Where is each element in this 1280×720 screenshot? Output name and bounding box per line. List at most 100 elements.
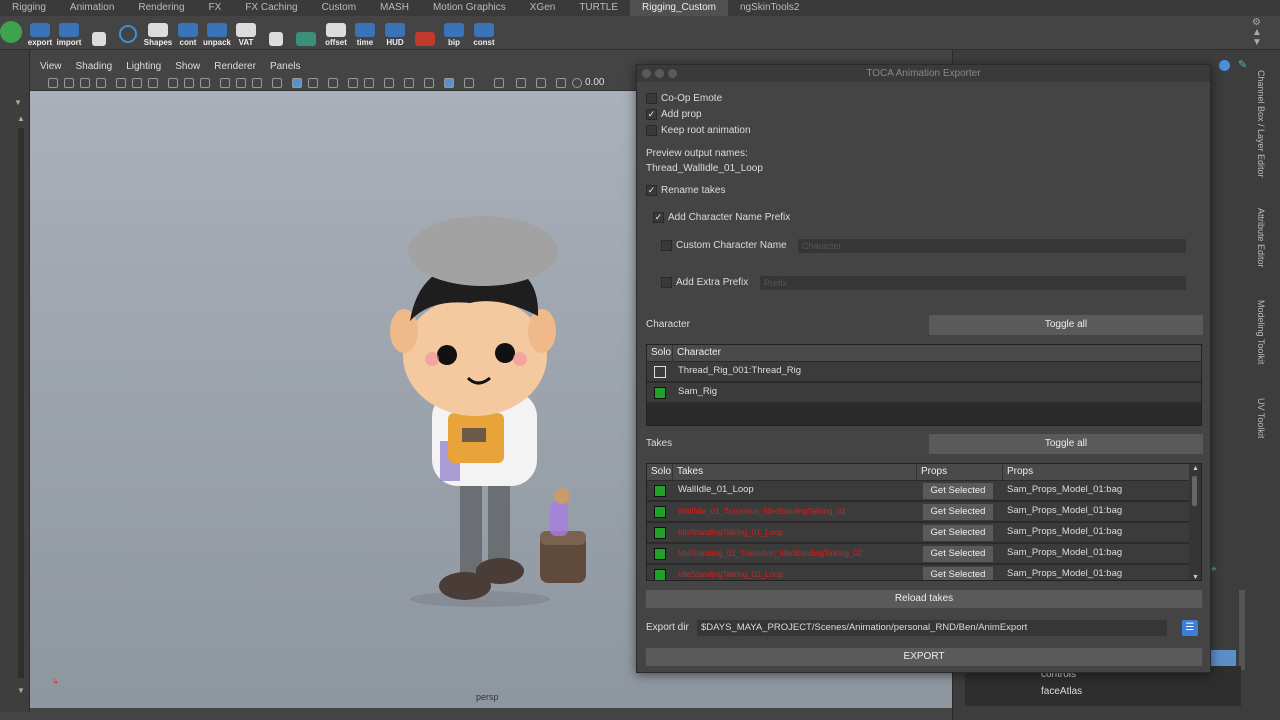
image-plane-icon[interactable] [96, 78, 106, 88]
export-dir-input[interactable]: $DAYS_MAYA_PROJECT/Scenes/Animation/pers… [697, 620, 1167, 636]
solo-toggle[interactable] [654, 366, 666, 378]
close-icon[interactable] [642, 69, 651, 78]
textured-icon[interactable] [200, 78, 210, 88]
shelf-tab-animation[interactable]: Animation [58, 0, 126, 16]
custom-character-name-checkbox[interactable] [661, 240, 672, 251]
depth-of-field-icon[interactable] [348, 78, 358, 88]
const-button[interactable]: const [470, 19, 498, 47]
co-op-emote-checkbox[interactable] [646, 93, 657, 104]
take-row[interactable]: IdleStandingTalking_02_Loop Get Selected… [647, 565, 1189, 580]
bip-button[interactable]: bip [440, 19, 468, 47]
shelf-tab-turtle[interactable]: TURTLE [567, 0, 630, 16]
playblast-icon[interactable] [556, 78, 566, 88]
minimize-icon[interactable] [655, 69, 664, 78]
wireframe-icon[interactable] [168, 78, 178, 88]
tab-channel-box[interactable]: Channel Box / Layer Editor [1256, 70, 1266, 178]
red-tool-button[interactable] [411, 19, 439, 47]
render-view-icon[interactable] [516, 78, 526, 88]
viewport-menu-show[interactable]: Show [175, 59, 200, 75]
shelf-tab-fx-caching[interactable]: FX Caching [233, 0, 309, 16]
takes-header-props[interactable]: Props [917, 464, 1003, 480]
viewport-menu-lighting[interactable]: Lighting [126, 59, 161, 75]
scroll-up-icon[interactable]: ▲ [1192, 465, 1199, 472]
shadows-icon[interactable] [236, 78, 246, 88]
outliner-scrollbar[interactable] [1239, 590, 1245, 670]
outliner-options-icon[interactable]: ⌖ [1211, 564, 1229, 575]
take-row[interactable]: WallIdle_01_Loop Get Selected Sam_Props_… [647, 481, 1189, 501]
character-toggle-all-button[interactable]: Toggle all [929, 315, 1203, 335]
custom-character-name-input[interactable]: Character [798, 239, 1186, 253]
hud-button[interactable]: HUD [381, 19, 409, 47]
get-selected-button[interactable]: Get Selected [923, 483, 993, 499]
takes-toggle-all-button[interactable]: Toggle all [929, 434, 1203, 454]
add-character-prefix-checkbox[interactable]: ✓ [653, 212, 664, 223]
multisample-icon[interactable] [328, 78, 338, 88]
hierarchy-button[interactable] [262, 19, 290, 47]
shelf-tab-rigging-custom[interactable]: Rigging_Custom [630, 0, 728, 16]
takes-header-props-2[interactable]: Props [1003, 464, 1191, 480]
extra-prefix-checkbox[interactable] [661, 277, 672, 288]
get-selected-button[interactable]: Get Selected [923, 567, 993, 580]
solo-toggle[interactable] [654, 506, 666, 518]
scroll-down-icon[interactable]: ▼ [1192, 574, 1199, 580]
grid-toggle-icon[interactable] [116, 78, 126, 88]
shelf-tab-custom[interactable]: Custom [310, 0, 368, 16]
shelf-options-icon[interactable]: ⚙ ▲ ▼ [1252, 18, 1262, 48]
unpack-button[interactable]: unpack [202, 19, 232, 47]
extra-prefix-input[interactable]: Prefix [760, 276, 1186, 290]
take-row[interactable]: IdleStandingTalking_01_Loop Get Selected… [647, 523, 1189, 543]
toolbox-scrollbar[interactable] [18, 128, 24, 678]
get-selected-button[interactable]: Get Selected [923, 504, 993, 520]
solo-toggle[interactable] [654, 548, 666, 560]
viewport-menu-view[interactable]: View [40, 59, 62, 75]
reload-takes-button[interactable]: Reload takes [646, 590, 1202, 608]
outliner-item-faceatlas[interactable]: faceAtlas [1041, 686, 1082, 697]
exposure-field[interactable]: 0.00 [585, 77, 615, 89]
character-header-solo[interactable]: Solo [647, 345, 673, 361]
takes-header-solo[interactable]: Solo [647, 464, 673, 480]
viewport-menu-shading[interactable]: Shading [76, 59, 113, 75]
browse-folder-icon[interactable]: ☰ [1182, 620, 1198, 636]
refresh-icon[interactable] [572, 78, 582, 88]
tool-icon[interactable] [464, 78, 474, 88]
lights-icon[interactable] [220, 78, 230, 88]
teal-tool-button[interactable] [292, 19, 320, 47]
toolbox-scroll-down-icon[interactable]: ▼ [17, 686, 25, 695]
character-row[interactable]: Sam_Rig [647, 383, 1201, 403]
shelf-tab-rendering[interactable]: Rendering [126, 0, 196, 16]
import-button[interactable]: import [55, 19, 83, 47]
motion-blur-icon[interactable] [308, 78, 318, 88]
pencil-icon[interactable]: ✎ [1238, 58, 1247, 71]
viewport-menu-panels[interactable]: Panels [270, 59, 301, 75]
toolbox-dropdown-icon[interactable]: ▼ [14, 98, 22, 107]
xray-icon[interactable] [252, 78, 262, 88]
dialog-title-bar[interactable]: TOCA Animation Exporter [637, 65, 1210, 82]
shelf-menu-icon[interactable] [0, 21, 22, 43]
circle-tool-button[interactable] [114, 19, 142, 47]
bookmark-icon[interactable] [80, 78, 90, 88]
globe-icon[interactable] [1219, 60, 1230, 71]
cont-button[interactable]: cont [174, 19, 202, 47]
solo-toggle[interactable] [654, 387, 666, 399]
export-button[interactable]: EXPORT [646, 648, 1202, 666]
isolate-select-icon[interactable] [272, 78, 282, 88]
gamma-icon[interactable] [364, 78, 374, 88]
rename-takes-checkbox[interactable]: ✓ [646, 185, 657, 196]
take-row[interactable]: WallIdle_01_Transition_IdleStandingTalki… [647, 502, 1189, 522]
get-selected-button[interactable]: Get Selected [923, 525, 993, 541]
viewport-menu-renderer[interactable]: Renderer [214, 59, 256, 75]
joint-tool-button[interactable] [85, 19, 113, 47]
export-button[interactable]: export [26, 19, 54, 47]
time-button[interactable]: time [351, 19, 379, 47]
shelf-tab-motion-graphics[interactable]: Motion Graphics [421, 0, 518, 16]
maximize-icon[interactable] [668, 69, 677, 78]
film-gate-icon[interactable] [132, 78, 142, 88]
camera-attributes-icon[interactable] [64, 78, 74, 88]
tab-modeling-toolkit[interactable]: Modeling Toolkit [1256, 300, 1266, 364]
exposure-icon[interactable] [384, 78, 394, 88]
take-row[interactable]: IdleStanding_01_Transition_IdleStandingT… [647, 544, 1189, 564]
get-selected-button[interactable]: Get Selected [923, 546, 993, 562]
toolbox-scroll-up-icon[interactable]: ▲ [17, 114, 25, 123]
shelf-tab-ngskintools2[interactable]: ngSkinTools2 [728, 0, 811, 16]
resolution-gate-icon[interactable] [148, 78, 158, 88]
